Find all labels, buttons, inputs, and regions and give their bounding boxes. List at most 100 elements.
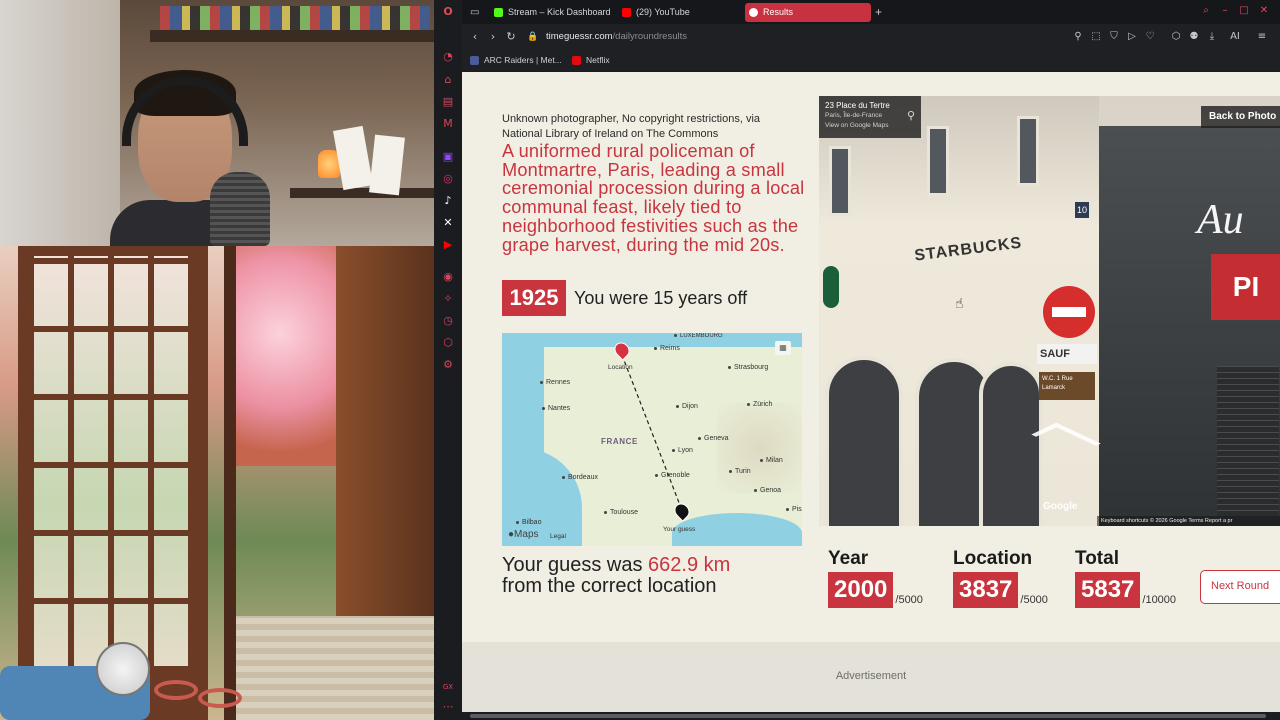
- tab-bar: ▭ Stream – Kick Dashboard (29) YouTube R…: [462, 0, 1280, 24]
- view-on-google-maps-link[interactable]: View on Google Maps: [825, 121, 915, 131]
- bookmark-netflix[interactable]: Netflix: [572, 54, 610, 67]
- location-score-max: /5000: [1020, 594, 1048, 606]
- extensions-icon[interactable]: ⬡: [1170, 31, 1182, 43]
- search-icon[interactable]: ⌕: [1199, 4, 1213, 18]
- year-score: Year 2000/5000: [828, 548, 923, 608]
- snapshot-icon[interactable]: ⬚: [1090, 31, 1102, 43]
- pin-tab-icon[interactable]: ⚲: [1072, 31, 1084, 43]
- twitch-icon[interactable]: ▣: [441, 150, 455, 164]
- youtube-icon[interactable]: ▶: [441, 238, 455, 252]
- city-dijon: Dijon: [676, 402, 698, 411]
- heart-icon[interactable]: ♡: [1144, 31, 1156, 43]
- city-geneva: Geneva: [698, 434, 729, 443]
- arc-raiders-icon: [470, 56, 479, 65]
- city-nantes: Nantes: [542, 404, 570, 413]
- ai-button[interactable]: AI: [1224, 31, 1246, 43]
- lock-icon[interactable]: 🔒: [526, 30, 540, 44]
- location-pin-label: Location: [608, 364, 633, 371]
- tab-label: Stream – Kick Dashboard: [508, 7, 611, 17]
- city-turin: Turin: [729, 467, 751, 476]
- map-type-toggle-icon[interactable]: ▦: [775, 341, 791, 355]
- scene-slipper: [154, 680, 198, 700]
- total-score: Total 5837/10000: [1075, 548, 1176, 608]
- tab-menu-icon[interactable]: ▭: [466, 3, 482, 22]
- youtube-icon: [622, 8, 631, 17]
- tab-kick-dashboard[interactable]: Stream – Kick Dashboard: [490, 3, 611, 22]
- webcam-sign-san-juan: [333, 125, 373, 191]
- ai-label: AI: [1230, 31, 1240, 42]
- archway: [979, 362, 1043, 526]
- map-legal-link[interactable]: Legal: [550, 533, 566, 540]
- location-score: Location 3837/5000: [953, 548, 1048, 608]
- back-to-photo-button[interactable]: Back to Photo: [1201, 106, 1280, 128]
- street-view-footer[interactable]: Keyboard shortcuts © 2026 Google Terms R…: [1097, 516, 1280, 526]
- gx-corner-icon[interactable]: ▤: [441, 95, 455, 109]
- x-icon[interactable]: ✕: [441, 216, 455, 230]
- webcam-figurines: [160, 6, 430, 30]
- tab-results[interactable]: Results: [745, 3, 871, 22]
- opera-logo-icon[interactable]: O: [441, 5, 455, 19]
- total-score-max: /10000: [1142, 594, 1177, 606]
- scrollbar-thumb[interactable]: [470, 714, 1266, 718]
- year-score-label: Year: [828, 548, 869, 569]
- speed-dial-icon[interactable]: ◔: [441, 50, 455, 64]
- netflix-icon: [572, 56, 581, 65]
- city-bilbao: Bilbao: [516, 518, 541, 527]
- webcam-sign-puerto-rico: [369, 134, 405, 196]
- back-arrow-icon[interactable]: ‹: [468, 30, 482, 44]
- player-icon[interactable]: ◉: [441, 270, 455, 284]
- sauf-sign: SAUF: [1037, 344, 1097, 364]
- timeguessr-icon: [749, 8, 758, 17]
- scene-cherry-blossom: [236, 246, 346, 466]
- years-off-text: You were 15 years off: [574, 288, 748, 308]
- tiktok-icon[interactable]: ♪: [441, 194, 455, 208]
- browser-window: O ◔ ⌂ ▤ M ▣ ◎ ♪ ✕ ▶ ◉ ✧ ◷ ⬡ ⚙ GX ⋯ ▭ Str…: [434, 0, 1280, 720]
- gx-logo-icon[interactable]: GX: [441, 680, 455, 694]
- messenger-icon[interactable]: M: [441, 117, 455, 131]
- minimize-icon[interactable]: –: [1218, 4, 1232, 18]
- city-zurich: Zürich: [747, 400, 772, 409]
- horizontal-scrollbar[interactable]: [462, 712, 1280, 720]
- guess-distance-value: 662.9 km: [648, 554, 731, 576]
- history-icon[interactable]: ◷: [441, 314, 455, 328]
- result-map[interactable]: Reims Rennes Strasbourg Nantes Dijon Zür…: [502, 333, 802, 546]
- extensions-icon[interactable]: ⬡: [441, 336, 455, 350]
- upper-window: [927, 126, 949, 196]
- webcam-wall: [0, 0, 120, 246]
- new-tab-button[interactable]: +: [875, 3, 887, 22]
- stream-overlay: [0, 0, 434, 720]
- street-view-panorama[interactable]: 10 STARBUCKS SAUF W.C. 1 Rue Lamarck Au …: [819, 96, 1280, 526]
- pin-icon[interactable]: ✧: [441, 292, 455, 306]
- close-icon[interactable]: ✕: [1257, 4, 1271, 18]
- bookmarks-bar: ARC Raiders | Met... Netflix: [462, 50, 1280, 71]
- starbucks-logo-icon: [823, 266, 839, 308]
- browser-sidebar: O ◔ ⌂ ▤ M ▣ ◎ ♪ ✕ ▶ ◉ ✧ ◷ ⬡ ⚙ GX ⋯: [434, 0, 462, 720]
- menu-icon[interactable]: ≡: [1256, 31, 1268, 43]
- reload-icon[interactable]: ↻: [504, 30, 518, 44]
- location-score-value: 3837: [953, 572, 1019, 608]
- settings-icon[interactable]: ⚙: [441, 358, 455, 372]
- year-score-row: 2000/5000: [828, 572, 923, 608]
- next-round-button[interactable]: Next Round: [1200, 570, 1280, 604]
- tab-youtube[interactable]: (29) YouTube: [618, 3, 690, 22]
- archway: [825, 356, 903, 526]
- webcam-feed: [0, 0, 434, 246]
- bookmark-arc-raiders[interactable]: ARC Raiders | Met...: [470, 54, 562, 67]
- correct-year-badge: 1925: [502, 280, 566, 316]
- profile-icon[interactable]: ⚉: [1188, 31, 1200, 43]
- shop-sign-au: Au: [1197, 197, 1244, 243]
- mouse-cursor-icon: ☝: [955, 296, 964, 312]
- url-field[interactable]: timeguessr.com/dailyroundresults: [546, 30, 687, 44]
- download-icon[interactable]: ⤓: [1206, 31, 1218, 43]
- city-toulouse: Toulouse: [604, 508, 638, 517]
- forward-arrow-icon[interactable]: ›: [486, 30, 500, 44]
- street-view-address-card[interactable]: 23 Place du Tertre Paris, Île-de-France …: [819, 96, 921, 138]
- more-icon[interactable]: ⋯: [441, 700, 455, 714]
- maximize-icon[interactable]: □: [1237, 4, 1251, 18]
- instagram-icon[interactable]: ◎: [441, 172, 455, 186]
- city-bordeaux: Bordeaux: [562, 473, 598, 482]
- shop-sign-red: PI: [1211, 254, 1280, 320]
- play-icon[interactable]: ▷: [1126, 31, 1138, 43]
- shield-icon[interactable]: ⛉: [1108, 31, 1120, 43]
- bag-icon[interactable]: ⌂: [441, 73, 455, 87]
